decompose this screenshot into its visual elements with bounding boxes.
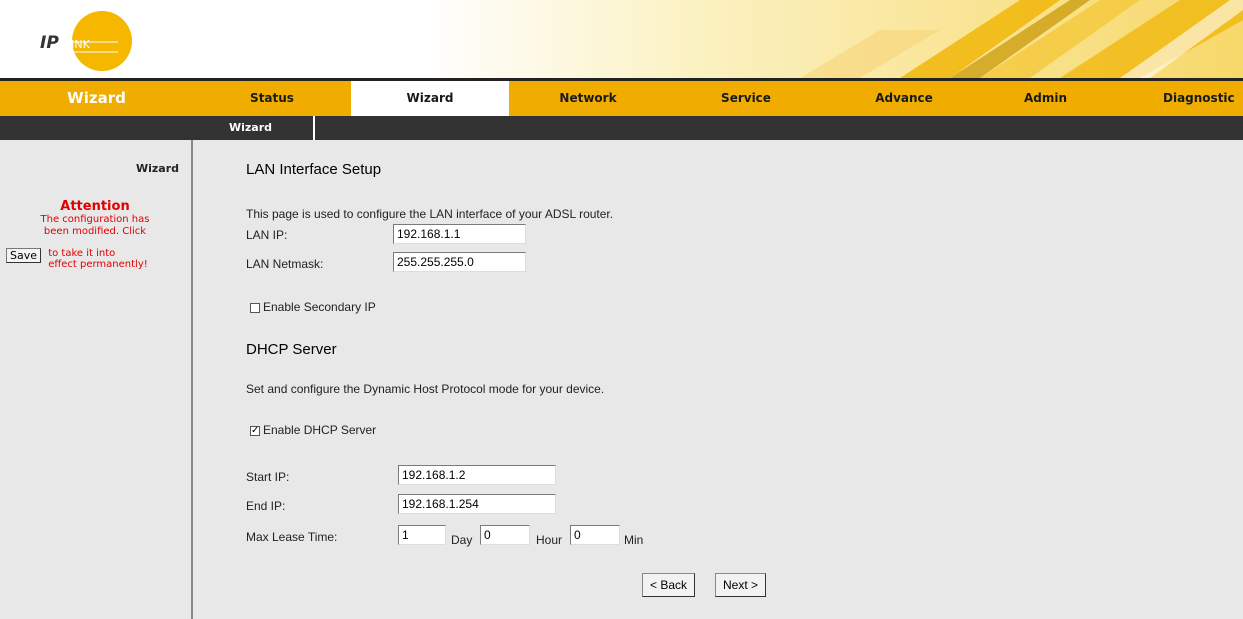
save-hint-line-1: to take it into xyxy=(48,248,116,259)
lease-day-input[interactable] xyxy=(398,525,446,545)
dhcp-description: Set and configure the Dynamic Host Proto… xyxy=(246,382,605,396)
lan-section-title: LAN Interface Setup xyxy=(246,161,382,178)
lan-ip-input[interactable] xyxy=(393,224,526,244)
tab-admin[interactable]: Admin xyxy=(983,81,1108,116)
start-ip-input[interactable] xyxy=(398,465,556,485)
svg-text:LINK: LINK xyxy=(65,38,91,51)
sub-nav-bar: Wizard xyxy=(0,116,1243,140)
tab-diagnostic[interactable]: Diagnostic xyxy=(1163,81,1243,116)
tab-service[interactable]: Service xyxy=(667,81,825,116)
secondary-ip-checkbox[interactable] xyxy=(250,303,260,313)
subtab-wizard[interactable]: Wizard xyxy=(193,116,315,140)
attention-title: Attention xyxy=(60,199,130,214)
section-title: Wizard xyxy=(67,89,126,107)
attention-line-1: The configuration has xyxy=(40,214,150,225)
next-button[interactable]: Next > xyxy=(715,573,767,597)
tab-wizard[interactable]: Wizard xyxy=(351,81,509,116)
save-hint-line-2: effect permanently! xyxy=(48,259,148,270)
attention-line-2: been modified. Click xyxy=(43,226,147,237)
lease-min-unit: Min xyxy=(624,533,644,547)
lan-ip-label: LAN IP: xyxy=(246,228,288,242)
sidebar-item-wizard[interactable]: Wizard xyxy=(136,162,179,175)
iplink-logo: IP LINK xyxy=(40,11,132,71)
lease-hour-input[interactable] xyxy=(480,525,530,545)
lan-description: This page is used to configure the LAN i… xyxy=(246,207,614,221)
lan-netmask-input[interactable] xyxy=(393,252,526,272)
dhcp-enable-checkbox[interactable]: ✓ xyxy=(250,426,260,436)
header-banner xyxy=(420,0,1243,78)
tab-network[interactable]: Network xyxy=(509,81,667,116)
main-nav-bar: Wizard Status Wizard Network Service Adv… xyxy=(0,78,1243,116)
lease-day-unit: Day xyxy=(451,533,473,547)
start-ip-label: Start IP: xyxy=(246,470,290,484)
end-ip-label: End IP: xyxy=(246,499,286,513)
svg-text:IP: IP xyxy=(40,33,59,53)
lan-netmask-label: LAN Netmask: xyxy=(246,257,324,271)
lease-time-label: Max Lease Time: xyxy=(246,530,338,544)
save-row: Save to take it into effect permanently! xyxy=(6,248,190,270)
tab-advance[interactable]: Advance xyxy=(825,81,983,116)
tab-status[interactable]: Status xyxy=(193,81,351,116)
save-hint: to take it into effect permanently! xyxy=(44,248,148,270)
back-button[interactable]: < Back xyxy=(642,573,696,597)
main-content: LAN Interface Setup This page is used to… xyxy=(193,140,1243,619)
lease-min-input[interactable] xyxy=(570,525,620,545)
attention-notice: Attention The configuration has been mod… xyxy=(0,200,190,238)
end-ip-input[interactable] xyxy=(398,494,556,514)
save-button[interactable]: Save xyxy=(6,248,42,263)
secondary-ip-label: Enable Secondary IP xyxy=(263,300,376,314)
dhcp-enable-label: Enable DHCP Server xyxy=(263,423,377,437)
header: IP LINK xyxy=(0,0,1243,78)
dhcp-section-title: DHCP Server xyxy=(246,341,337,358)
sidebar: Wizard Attention The configuration has b… xyxy=(0,140,193,619)
lease-hour-unit: Hour xyxy=(536,533,563,547)
